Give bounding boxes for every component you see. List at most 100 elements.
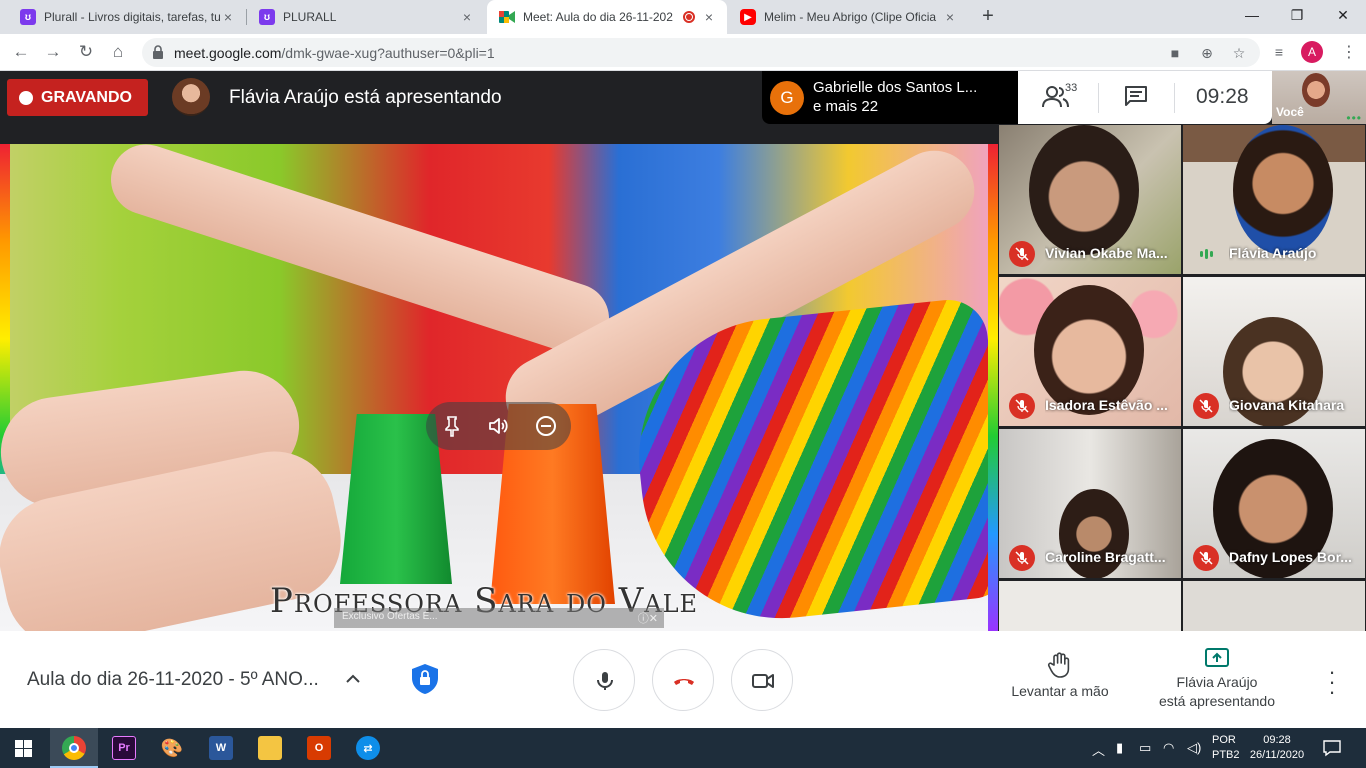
windows-start-icon[interactable]: [15, 740, 32, 757]
volume-icon[interactable]: [486, 414, 510, 438]
host-controls-shield-icon[interactable]: [407, 661, 443, 697]
plurall-favicon-icon: ʊ: [20, 9, 36, 25]
notification-center-icon[interactable]: [1322, 738, 1342, 758]
participant-face: [1233, 125, 1333, 255]
more-options-icon[interactable]: · · ·: [1322, 661, 1342, 703]
youtube-overlay-text: Exclusivo Ofertas E...: [342, 611, 438, 622]
participant-name: Giovana Kitahara: [1229, 397, 1345, 413]
profile-avatar[interactable]: A: [1301, 41, 1323, 63]
tab-close-icon[interactable]: ×: [220, 9, 236, 25]
address-bar[interactable]: meet.google.com/dmk-gwae-xug?authuser=0&…: [142, 38, 1260, 67]
tab-youtube-melim[interactable]: ▶ Melim - Meu Abrigo (Clipe Oficia ×: [728, 0, 968, 34]
self-video: [1302, 73, 1330, 107]
participant-tile[interactable]: Vivian Okabe Ma...: [998, 124, 1182, 275]
camera-button[interactable]: [731, 649, 793, 711]
pin-icon[interactable]: [440, 414, 464, 438]
file-explorer-icon[interactable]: [258, 736, 282, 760]
home-icon[interactable]: ⌂: [107, 41, 129, 63]
tab-plurall-livros[interactable]: ʊ Plurall - Livros digitais, tarefas, tu…: [8, 0, 246, 34]
camera-permission-icon[interactable]: ■: [1166, 44, 1184, 62]
self-view-tile[interactable]: Você •••: [1272, 71, 1366, 124]
reload-icon[interactable]: ↻: [75, 41, 97, 63]
speaking-indicator-icon: [1193, 241, 1219, 267]
zoom-icon[interactable]: ⊕: [1198, 44, 1216, 62]
chrome-icon[interactable]: [62, 736, 86, 760]
muted-mic-icon: [1009, 241, 1035, 267]
divider: [1174, 83, 1175, 113]
window-close-icon[interactable]: ✕: [1320, 4, 1366, 26]
youtube-favicon-icon: ▶: [740, 9, 756, 25]
url-text: meet.google.com/dmk-gwae-xug?authuser=0&…: [174, 45, 495, 61]
participant-face: [1034, 285, 1144, 415]
google-meet-favicon-icon: [499, 9, 515, 25]
presented-video: Professora Sara do Vale Exclusivo Oferta…: [0, 144, 998, 631]
tray-volume-icon[interactable]: ◁): [1187, 740, 1201, 756]
participant-tile[interactable]: [998, 580, 1182, 631]
windows-taskbar: Pr 🎨 W O ⇄ ︿ ▮ ▭ ◠ ◁) POR PTB2 09:28 26/…: [0, 728, 1366, 768]
presenting-status-button[interactable]: Flávia Araújo está apresentando: [1150, 647, 1284, 711]
microphone-button[interactable]: [573, 649, 635, 711]
chat-icon[interactable]: [1124, 85, 1148, 107]
participant-grid: Vivian Okabe Ma... Flávia Araújo Isadora…: [998, 124, 1366, 631]
divider: [1098, 83, 1099, 113]
input-language[interactable]: POR PTB2: [1212, 733, 1240, 763]
tray-wifi-icon[interactable]: ◠: [1163, 740, 1174, 756]
browser-toolbar: ← → ↻ ⌂ meet.google.com/dmk-gwae-xug?aut…: [0, 34, 1366, 71]
participant-tile[interactable]: Dafny Lopes Bor...: [1182, 428, 1366, 579]
raise-hand-icon: [1047, 652, 1070, 678]
presenter-avatar: [172, 78, 210, 116]
chevron-up-icon[interactable]: [342, 668, 364, 690]
minimize-icon[interactable]: —: [1229, 4, 1275, 26]
remove-icon[interactable]: [534, 414, 558, 438]
raise-hand-button[interactable]: Levantar a mão: [1000, 651, 1120, 699]
tab-close-icon[interactable]: ×: [701, 9, 717, 25]
word-icon[interactable]: W: [209, 736, 233, 760]
paint-icon[interactable]: 🎨: [160, 736, 184, 760]
tab-title: PLURALL: [283, 10, 337, 24]
participant-tile[interactable]: Caroline Bragatt...: [998, 428, 1182, 579]
media-controls-icon[interactable]: ≡: [1270, 43, 1288, 61]
participant-tile[interactable]: Giovana Kitahara: [1182, 276, 1366, 427]
leave-call-button[interactable]: [652, 649, 714, 711]
tab-close-icon[interactable]: ×: [942, 9, 958, 25]
tab-plurall[interactable]: ʊ PLURALL ×: [247, 0, 485, 34]
chrome-menu-icon[interactable]: ⋮: [1341, 42, 1357, 62]
meeting-title[interactable]: Aula do dia 26-11-2020 - 5º ANO...: [27, 669, 319, 691]
participant-name: Isadora Estêvão ...: [1045, 397, 1168, 413]
tray-expand-icon[interactable]: ︿: [1092, 740, 1105, 759]
url-host: meet.google.com: [174, 45, 282, 61]
recording-badge[interactable]: GRAVANDO: [7, 79, 148, 116]
premiere-icon[interactable]: Pr: [112, 736, 136, 760]
forward-arrow-icon[interactable]: →: [42, 41, 64, 63]
system-date: 26/11/2020: [1249, 749, 1305, 761]
muted-mic-icon: [1193, 393, 1219, 419]
office-icon[interactable]: O: [307, 736, 331, 760]
overlay-close-icon[interactable]: ⓘ✕: [638, 610, 658, 626]
muted-mic-icon: [1009, 393, 1035, 419]
muted-mic-icon: [1193, 545, 1219, 571]
chat-notification-chip[interactable]: G Gabrielle dos Santos L... e mais 22: [762, 71, 1018, 124]
bookmark-star-icon[interactable]: ☆: [1230, 44, 1248, 62]
system-time: 09:28: [1263, 734, 1291, 746]
participant-face: [1059, 489, 1129, 578]
new-tab-button[interactable]: +: [978, 6, 998, 26]
present-screen-icon: [1205, 648, 1229, 667]
restore-icon[interactable]: ❐: [1274, 4, 1320, 26]
back-arrow-icon[interactable]: ←: [10, 41, 32, 63]
tab-title: Plurall - Livros digitais, tarefas, tu: [44, 10, 220, 24]
tab-close-icon[interactable]: ×: [459, 9, 475, 25]
speaking-indicator-icon: •••: [1346, 111, 1362, 124]
meet-bottom-bar: Aula do dia 26-11-2020 - 5º ANO... Levan…: [0, 631, 1366, 728]
participant-tile[interactable]: Isadora Estêvão ...: [998, 276, 1182, 427]
tray-mic-icon[interactable]: ▮: [1116, 740, 1123, 756]
video-arm: [101, 144, 619, 363]
recording-indicator-icon: [683, 11, 695, 23]
participant-tile[interactable]: [1182, 580, 1366, 631]
teamviewer-icon[interactable]: ⇄: [356, 736, 380, 760]
system-clock[interactable]: 09:28 26/11/2020: [1246, 733, 1308, 763]
tab-meet[interactable]: Meet: Aula do dia 26-11-202 ×: [487, 0, 727, 34]
hang-up-icon: [674, 679, 694, 685]
plurall-favicon-icon: ʊ: [259, 9, 275, 25]
participant-tile[interactable]: Flávia Araújo: [1182, 124, 1366, 275]
tray-battery-icon[interactable]: ▭: [1139, 740, 1151, 756]
